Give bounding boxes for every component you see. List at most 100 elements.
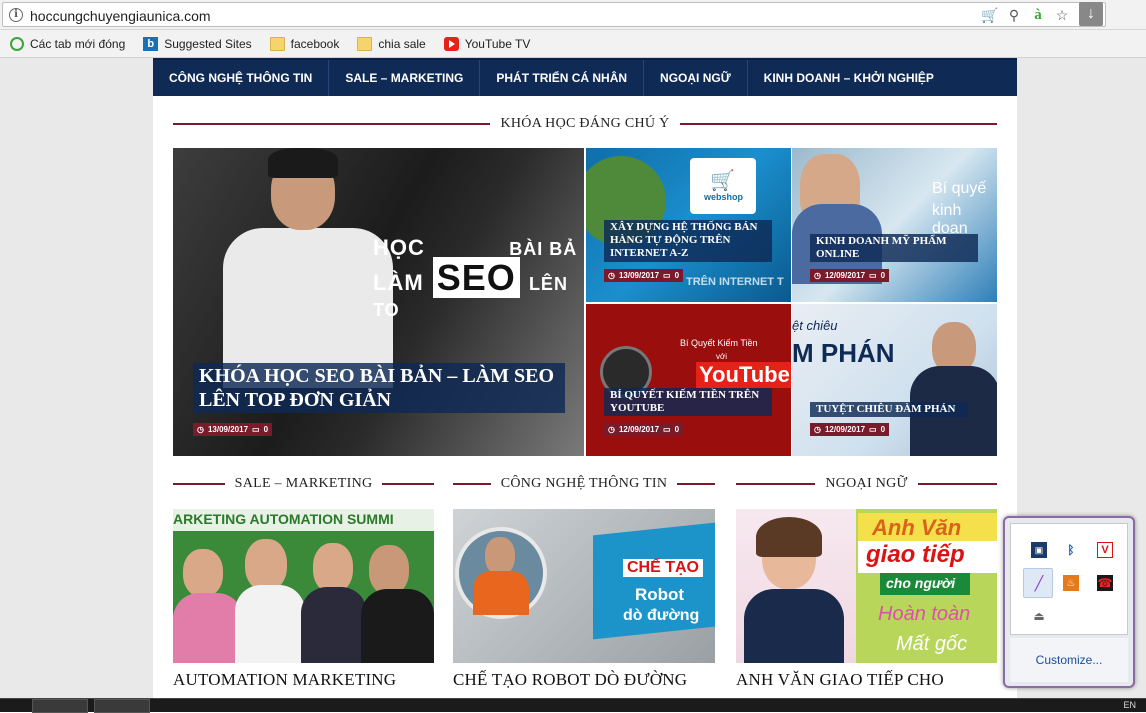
clock-icon: ◷ — [608, 425, 615, 434]
post-meta: ◷ 12/09/2017 ▭ 0 — [810, 269, 890, 282]
hero-post[interactable]: HỌC _BÀI BẢ LÀM SEO LÊN TO KHÓA HỌC SEO … — [173, 148, 584, 456]
person-photo — [369, 545, 409, 595]
featured-tile[interactable]: Bí Quyết Kiếm Tiền với YouTube BÍ QUYẾT … — [586, 304, 791, 456]
clock-icon: ◷ — [608, 271, 615, 280]
page: CÔNG NGHỆ THÔNG TIN SALE – MARKETING PHÁ… — [0, 58, 1146, 698]
category-post-image[interactable]: ARKETING AUTOMATION SUMMI — [173, 509, 434, 663]
comment-icon: ▭ — [252, 425, 260, 434]
category-post-image[interactable]: CHẾ TẠO Robot dò đường — [453, 509, 715, 663]
category-header-ngoai-ngu: NGOẠI NGỮ — [736, 474, 998, 494]
info-icon[interactable]: i — [9, 8, 23, 22]
tile-image-text: M PHÁN — [792, 338, 895, 368]
bookmark-youtube-tv[interactable]: YouTube TV — [443, 36, 530, 51]
clock-icon: ◷ — [197, 425, 204, 434]
post-image-text: Mất gốc — [896, 633, 968, 655]
post-image-text: giao tiếp — [866, 541, 965, 568]
category-header-cntt: CÔNG NGHỆ THÔNG TIN — [453, 474, 716, 494]
person-photo — [235, 585, 305, 663]
post-image-text: Anh Văn — [872, 515, 962, 540]
category-post-title[interactable]: ANH VĂN GIAO TIẾP CHO — [736, 670, 944, 690]
featured-tile[interactable]: Bí quyế kinh doan KINH DOANH MỸ PHẨM ONL… — [792, 148, 997, 302]
tile-title[interactable]: XÂY DỰNG HỆ THỐNG BÁN HÀNG TỰ ĐỘNG TRÊN … — [604, 220, 772, 262]
category-post-title[interactable]: AUTOMATION MARKETING — [173, 670, 396, 690]
tile-image-text: kinh doan — [932, 202, 968, 237]
bookmark-facebook[interactable]: facebook — [269, 36, 339, 51]
post-date: 12/09/2017 — [824, 425, 866, 434]
divider — [382, 483, 435, 485]
zoom-icon[interactable]: ⚲ — [1005, 6, 1023, 24]
java-icon[interactable]: ♨ — [1063, 575, 1079, 591]
tray-footer: Customize... — [1010, 638, 1128, 682]
nav-item-sale-marketing[interactable]: SALE – MARKETING — [329, 60, 481, 96]
taskbar-tray: EN — [1123, 700, 1136, 710]
post-meta: ◷ 13/09/2017 ▭ 0 — [193, 423, 273, 436]
post-image-text: Hoàn toàn — [878, 603, 971, 625]
post-date: 13/09/2017 — [207, 425, 249, 434]
tile-image-text: TRÊN INTERNET T — [686, 276, 784, 288]
cart-icon: 🛒 — [710, 170, 735, 192]
hero-title[interactable]: KHÓA HỌC SEO BÀI BẢN – LÀM SEO LÊN TOP Đ… — [193, 363, 565, 413]
category-post-title[interactable]: CHẾ TẠO ROBOT DÒ ĐƯỜNG — [453, 670, 687, 690]
url-text[interactable]: hoccungchuyengiaunica.com — [30, 8, 211, 24]
post-image-text: ARKETING AUTOMATION SUMMI — [173, 511, 394, 527]
divider — [173, 483, 225, 485]
download-icon[interactable]: ↓ — [1079, 2, 1103, 26]
network-monitor-icon[interactable]: ▣ — [1031, 542, 1047, 558]
tile-image-text: Bí quyế — [932, 180, 987, 197]
post-image-text: CHẾ TẠO — [623, 559, 703, 577]
customize-link[interactable]: Customize... — [1036, 653, 1103, 667]
taskbar-chrome-button[interactable] — [32, 699, 88, 713]
usb-safe-remove-icon[interactable]: ⏏ — [1031, 608, 1047, 624]
divider — [173, 123, 491, 125]
tray-overflow-popup: ▣ ᛒ V ╱ ♨ ☎ ⏏ Customize... — [1003, 516, 1135, 688]
nav-item-phat-trien[interactable]: PHÁT TRIỂN CÁ NHÂN — [480, 60, 645, 96]
star-icon[interactable]: ☆ — [1053, 6, 1071, 24]
language-indicator[interactable]: EN — [1123, 700, 1136, 710]
app-red-icon[interactable]: ☎ — [1097, 575, 1113, 591]
tile-title[interactable]: TUYỆT CHIÊU ĐÀM PHÁN — [810, 402, 968, 418]
bookmarks-bar: Các tab mới đóng b Suggested Sites faceb… — [0, 30, 1146, 58]
post-date: 12/09/2017 — [618, 425, 660, 434]
webshop-graphic: webshop 🛒 — [690, 158, 756, 214]
comment-count: 0 — [674, 271, 680, 280]
post-meta: ◷ 12/09/2017 ▭ 0 — [810, 423, 890, 436]
amazon-assistant-icon[interactable]: à — [1029, 6, 1047, 24]
bing-icon: b — [143, 36, 159, 51]
nav-item-kinh-doanh[interactable]: KINH DOANH – KHỞI NGHIỆP — [748, 60, 950, 96]
comment-count: 0 — [674, 425, 680, 434]
tile-title[interactable]: KINH DOANH MỸ PHẨM ONLINE — [810, 234, 978, 263]
comment-icon: ▭ — [663, 271, 671, 280]
cart-icon[interactable]: 🛒 — [981, 6, 999, 24]
divider — [677, 483, 716, 485]
nav-item-cntt[interactable]: CÔNG NGHỆ THÔNG TIN — [153, 60, 330, 96]
post-image-text: Robot — [635, 585, 685, 604]
divider — [917, 483, 998, 485]
category-post-image[interactable]: Anh Văn giao tiếp cho người Hoàn toàn Mấ… — [736, 509, 997, 663]
site-content: CÔNG NGHỆ THÔNG TIN SALE – MARKETING PHÁ… — [153, 58, 1017, 698]
antivirus-icon[interactable]: V — [1097, 542, 1113, 558]
bookmark-recent-tabs[interactable]: Các tab mới đóng — [10, 36, 125, 51]
section-title[interactable]: NGOẠI NGỮ — [815, 476, 917, 492]
taskbar-explorer-button[interactable] — [94, 699, 150, 713]
comment-icon: ▭ — [869, 271, 877, 280]
section-title[interactable]: CÔNG NGHỆ THÔNG TIN — [491, 476, 678, 492]
featured-tile[interactable]: ệt chiêu M PHÁN TUYỆT CHIÊU ĐÀM PHÁN ◷ 1… — [792, 304, 997, 456]
tile-title[interactable]: BÍ QUYẾT KIẾM TIỀN TRÊN YOUTUBE — [604, 388, 772, 417]
bookmark-chia-sale[interactable]: chia sale — [357, 36, 426, 51]
taskbar: EN — [0, 698, 1146, 713]
person-photo — [245, 539, 287, 591]
pen-icon[interactable]: ╱ — [1031, 575, 1047, 591]
bluetooth-icon[interactable]: ᛒ — [1063, 542, 1079, 558]
section-title[interactable]: SALE – MARKETING — [225, 476, 383, 492]
person-photo — [301, 587, 367, 663]
divider — [679, 123, 998, 125]
nav-item-ngoai-ngu[interactable]: NGOẠI NGỮ — [644, 60, 748, 96]
clock-icon: ◷ — [814, 425, 821, 434]
comment-count: 0 — [880, 425, 886, 434]
bookmark-suggested-sites[interactable]: b Suggested Sites — [143, 36, 252, 51]
post-image-text: dò đường — [623, 607, 700, 624]
featured-tile[interactable]: webshop 🛒 TRÊN INTERNET T XÂY DỰNG HỆ TH… — [586, 148, 791, 302]
url-box[interactable]: i hoccungchuyengiaunica.com 🛒 ⚲ à ☆ — [2, 2, 1106, 27]
comment-icon: ▭ — [869, 425, 877, 434]
youtube-icon — [443, 36, 459, 51]
